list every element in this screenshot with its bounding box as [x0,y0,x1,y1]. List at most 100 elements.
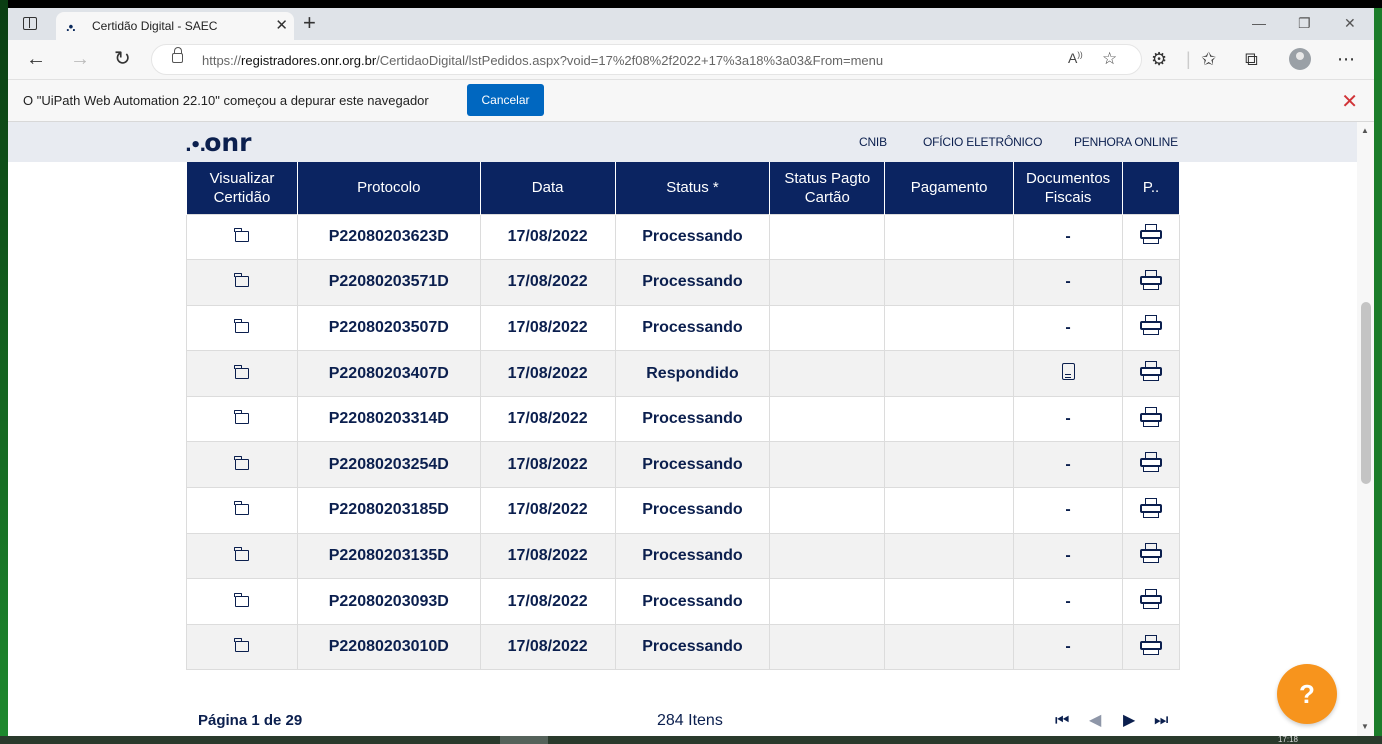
onr-logo[interactable]: .•.onr [185,128,252,157]
data-cell: 17/08/2022 [479,350,616,397]
table-row: P22080203571D 17/08/2022 Processando - [186,259,1180,306]
col-status[interactable]: Status * [614,162,771,214]
table-row: P22080203135D 17/08/2022 Processando - [186,532,1180,580]
debug-message: O "UiPath Web Automation 22.10" começou … [23,93,429,108]
folder-icon[interactable] [234,592,249,607]
pagamento-cell [884,213,1015,261]
documentos-cell: - [1013,532,1124,580]
new-tab-button[interactable]: + [303,11,316,35]
table-row: P22080203254D 17/08/2022 Processando - [186,441,1180,489]
tab-actions-icon[interactable] [23,17,37,30]
close-infobar-icon[interactable]: ✕ [1341,89,1358,114]
tab-close-icon[interactable]: ✕ [275,16,288,34]
printer-icon[interactable] [1140,497,1163,518]
last-page-button[interactable]: ⏭ [1154,712,1168,730]
visualizar-cell [186,441,298,489]
taskbar-active-item[interactable] [500,736,548,744]
printer-icon[interactable] [1140,269,1163,290]
next-page-button[interactable]: ▶ [1123,712,1135,730]
printer-icon[interactable] [1140,315,1163,336]
collections-icon[interactable]: ⧉ [1245,49,1258,69]
status-pagto-cell [769,213,886,261]
scrollbar-thumb[interactable] [1361,302,1371,484]
scroll-up-arrow[interactable]: ▲ [1361,126,1369,135]
document-icon[interactable] [1061,362,1075,380]
documentos-cell: - [1013,441,1124,489]
col-visualizar-certidao[interactable]: Visualizar Certidão [186,162,298,214]
add-favorite-icon[interactable]: ☆ [1102,49,1117,69]
refresh-button[interactable]: ↻ [114,48,131,70]
col-data[interactable]: Data [479,162,616,214]
table-row: P22080203185D 17/08/2022 Processando - [186,487,1180,534]
folder-icon[interactable] [234,364,249,379]
documentos-fiscais-cell: - [1065,410,1071,428]
folder-icon[interactable] [234,318,249,333]
table-row: P22080203507D 17/08/2022 Processando - [186,304,1180,352]
first-page-button[interactable]: ⏮ [1055,712,1069,730]
protocolo-cell: P22080203507D [296,304,481,352]
folder-icon[interactable] [234,273,249,288]
protocolo-cell: P22080203571D [296,259,481,306]
folder-icon[interactable] [234,546,249,561]
status-cell: Processando [614,213,771,261]
printer-icon[interactable] [1140,634,1163,655]
printer-icon[interactable] [1140,589,1163,610]
tab-title: Certidão Digital - SAEC [92,19,218,33]
prev-page-button[interactable]: ◀ [1089,712,1101,730]
nav-oficio-eletronico[interactable]: OFÍCIO ELETRÔNICO [923,135,1042,149]
folder-icon[interactable] [234,227,249,242]
printer-icon[interactable] [1140,406,1163,427]
more-menu-icon[interactable]: ⋯ [1337,49,1355,69]
pagamento-cell [884,578,1015,625]
pagination: Página 1 de 29 284 Itens ⏮ ◀ ▶ ⏭ [186,702,1180,732]
lock-icon[interactable] [172,47,183,63]
scroll-down-arrow[interactable]: ▼ [1361,722,1369,731]
protocolo-cell: P22080203623D [296,213,481,261]
visualizar-cell [186,487,298,534]
read-aloud-icon[interactable]: A)) [1068,50,1083,66]
minimize-button[interactable]: — [1252,15,1266,31]
status-cell: Processando [614,441,771,489]
back-button[interactable]: ← [26,48,46,70]
col-print[interactable]: P.. [1122,162,1180,214]
print-cell [1122,578,1180,625]
visualizar-cell [186,350,298,397]
pagamento-cell [884,487,1015,534]
restore-button[interactable]: ❐ [1298,15,1311,32]
cancel-debug-button[interactable]: Cancelar [467,84,544,116]
printer-icon[interactable] [1140,361,1163,382]
nav-cnib[interactable]: CNIB [859,135,887,149]
folder-icon[interactable] [234,501,249,516]
address-bar[interactable]: https://registradores.onr.org.br/Certida… [151,44,1142,75]
tab-certidao[interactable]: .•. Certidão Digital - SAEC ✕ [56,12,294,40]
documentos-fiscais-cell: - [1065,318,1071,336]
printer-icon[interactable] [1140,452,1163,473]
col-status-pagto-cartao[interactable]: Status Pagto Cartão [769,162,886,214]
favorites-icon[interactable]: ✩ [1201,49,1216,69]
data-cell: 17/08/2022 [479,532,616,580]
printer-icon[interactable] [1140,543,1163,564]
col-documentos-fiscais[interactable]: Documentos Fiscais [1013,162,1124,214]
col-protocolo[interactable]: Protocolo [296,162,481,214]
printer-icon[interactable] [1140,224,1163,245]
pagamento-cell [884,350,1015,397]
print-cell [1122,213,1180,261]
page-scrollbar[interactable]: ▲ ▼ [1357,122,1374,736]
nav-penhora-online[interactable]: PENHORA ONLINE [1074,135,1178,149]
close-window-button[interactable]: ✕ [1344,15,1356,32]
folder-icon[interactable] [234,410,249,425]
folder-icon[interactable] [234,455,249,470]
folder-icon[interactable] [234,638,249,653]
forward-button[interactable]: → [70,48,90,70]
pagamento-cell [884,259,1015,306]
documentos-cell: - [1013,213,1124,261]
page-info: Página 1 de 29 [198,712,303,729]
col-pagamento[interactable]: Pagamento [884,162,1015,214]
table-header-row: Visualizar Certidão Protocolo Data Status… [186,162,1180,214]
status-pagto-cell [769,532,886,580]
url-text[interactable]: https://registradores.onr.org.br/Certida… [202,53,883,68]
extensions-icon[interactable]: ⚙ [1151,49,1167,69]
help-button[interactable]: ? [1277,664,1337,724]
profile-avatar[interactable] [1289,48,1311,70]
taskbar-clock: 17:18 [1277,735,1298,744]
